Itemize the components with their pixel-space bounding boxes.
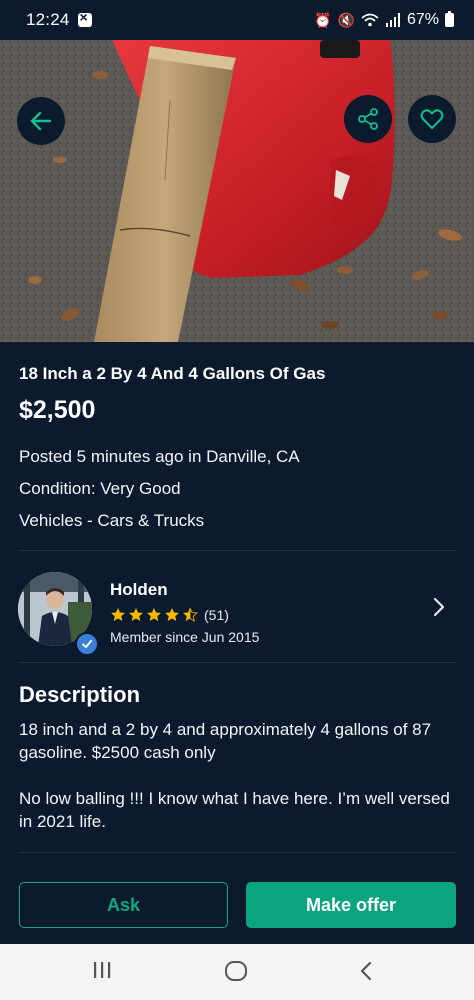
- recent-apps-icon[interactable]: [92, 960, 112, 980]
- listing-photo-image: [0, 40, 474, 342]
- wifi-icon: [361, 13, 379, 27]
- signal-icon: [385, 13, 400, 27]
- posted-info: Posted 5 minutes ago in Danville, CA: [19, 447, 300, 466]
- battery-percent: 67%: [406, 11, 439, 28]
- system-nav-bar: [0, 944, 474, 1000]
- listing-photo[interactable]: [0, 40, 474, 342]
- arrow-left-icon: [30, 111, 52, 131]
- seller-card[interactable]: Holden (51) Member since Jun 2015: [0, 552, 474, 662]
- system-back-icon[interactable]: [358, 960, 374, 982]
- notification-icon: [77, 9, 92, 27]
- divider: [19, 852, 456, 853]
- seller-rating: (51): [110, 607, 229, 623]
- rating-count: (51): [204, 607, 229, 623]
- mute-icon: 🔇: [337, 11, 355, 28]
- seller-name: Holden: [110, 580, 168, 599]
- star-icon: [165, 608, 179, 621]
- description-text: 18 inch and a 2 by 4 and approximately 4…: [19, 718, 459, 833]
- description-paragraph: No low balling !!! I know what I have he…: [19, 789, 450, 831]
- status-icons: ⏰ 🔇 67%: [314, 11, 454, 29]
- ask-button[interactable]: Ask: [19, 882, 228, 928]
- description-paragraph: 18 inch and a 2 by 4 and approximately 4…: [19, 720, 432, 762]
- listing-title: 18 Inch a 2 By 4 And 4 Gallons Of Gas: [19, 364, 326, 383]
- divider: [19, 550, 456, 551]
- star-icon: [111, 608, 125, 621]
- favorite-button[interactable]: [408, 95, 456, 143]
- check-badge-icon: [82, 640, 92, 648]
- star-icon: [147, 608, 161, 621]
- home-icon[interactable]: [224, 960, 248, 982]
- half-star-icon: [183, 607, 198, 622]
- status-time: 12:24: [26, 10, 70, 29]
- alarm-icon: ⏰: [314, 11, 332, 28]
- condition-info: Condition: Very Good: [19, 479, 181, 498]
- heart-icon: [420, 109, 444, 129]
- divider: [19, 662, 456, 663]
- description-heading: Description: [19, 682, 141, 707]
- share-button[interactable]: [344, 95, 392, 143]
- verified-badge: [75, 632, 99, 656]
- listing-price: $2,500: [19, 396, 96, 424]
- star-icon: [129, 608, 143, 621]
- member-since: Member since Jun 2015: [110, 629, 260, 645]
- status-bar: 12:24 ⏰ 🔇 67%: [0, 0, 474, 40]
- share-icon: [358, 108, 378, 130]
- category-link[interactable]: Vehicles - Cars & Trucks: [19, 511, 204, 531]
- back-button[interactable]: [17, 97, 65, 145]
- chevron-right-icon[interactable]: [432, 596, 446, 618]
- battery-icon: [445, 11, 454, 27]
- make-offer-button[interactable]: Make offer: [246, 882, 456, 928]
